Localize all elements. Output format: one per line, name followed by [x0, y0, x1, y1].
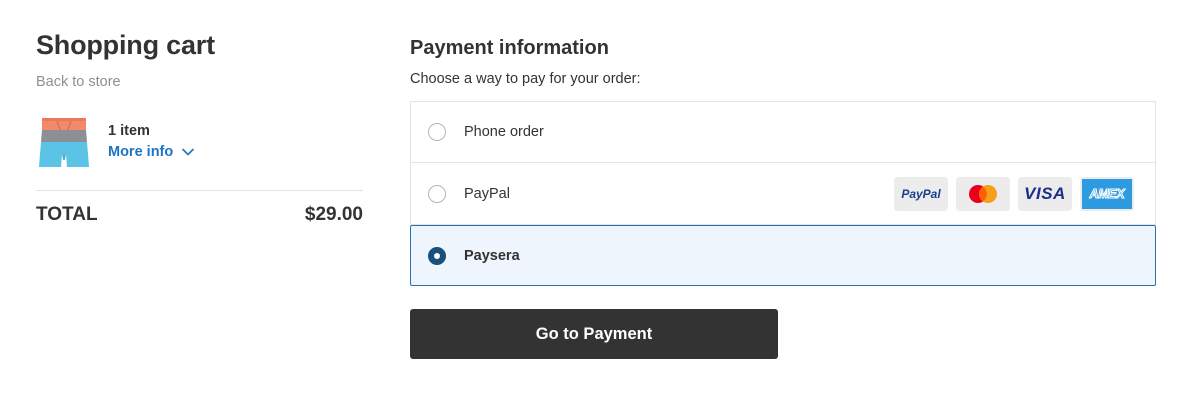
payment-title: Payment information [410, 37, 609, 59]
total-label: TOTAL [36, 204, 98, 225]
more-info-toggle[interactable]: More info [108, 144, 195, 160]
payment-subtitle: Choose a way to pay for your order: [410, 71, 641, 87]
radio-button[interactable] [428, 184, 446, 203]
more-info-label: More info [108, 144, 174, 160]
go-to-payment-button[interactable]: Go to Payment [410, 309, 778, 359]
payment-method-phone-order[interactable]: Phone order [410, 101, 1156, 163]
payment-method-paypal[interactable]: PayPal PayPal VISA AMEX [410, 163, 1156, 225]
cart-item: 1 item More info [36, 114, 363, 168]
payment-method-paysera[interactable]: Paysera [410, 225, 1156, 286]
back-to-store-link[interactable]: Back to store [36, 74, 121, 90]
checkout-page: Shopping cart Back to store 1 item More … [0, 0, 1196, 403]
payment-method-label: PayPal [464, 185, 510, 202]
paypal-logo-icon: PayPal [894, 177, 948, 211]
payment-methods: Phone order PayPal PayPal VISA AMEX Pays… [410, 101, 1156, 286]
item-count: 1 item [108, 123, 150, 139]
card-logos: PayPal VISA AMEX [894, 177, 1134, 211]
amex-logo-icon: AMEX [1080, 177, 1134, 211]
total-value: $29.00 [304, 204, 363, 225]
radio-button[interactable] [428, 123, 446, 141]
cart-title: Shopping cart [36, 30, 215, 60]
mastercard-logo-icon [956, 177, 1010, 211]
radio-button-checked[interactable] [428, 246, 446, 265]
divider [36, 190, 363, 191]
chevron-down-icon [182, 148, 195, 156]
payment-method-label: Phone order [464, 124, 544, 140]
visa-logo-icon: VISA [1018, 177, 1072, 211]
payment-method-label: Paysera [464, 247, 520, 264]
product-thumbnail-icon [39, 117, 89, 167]
